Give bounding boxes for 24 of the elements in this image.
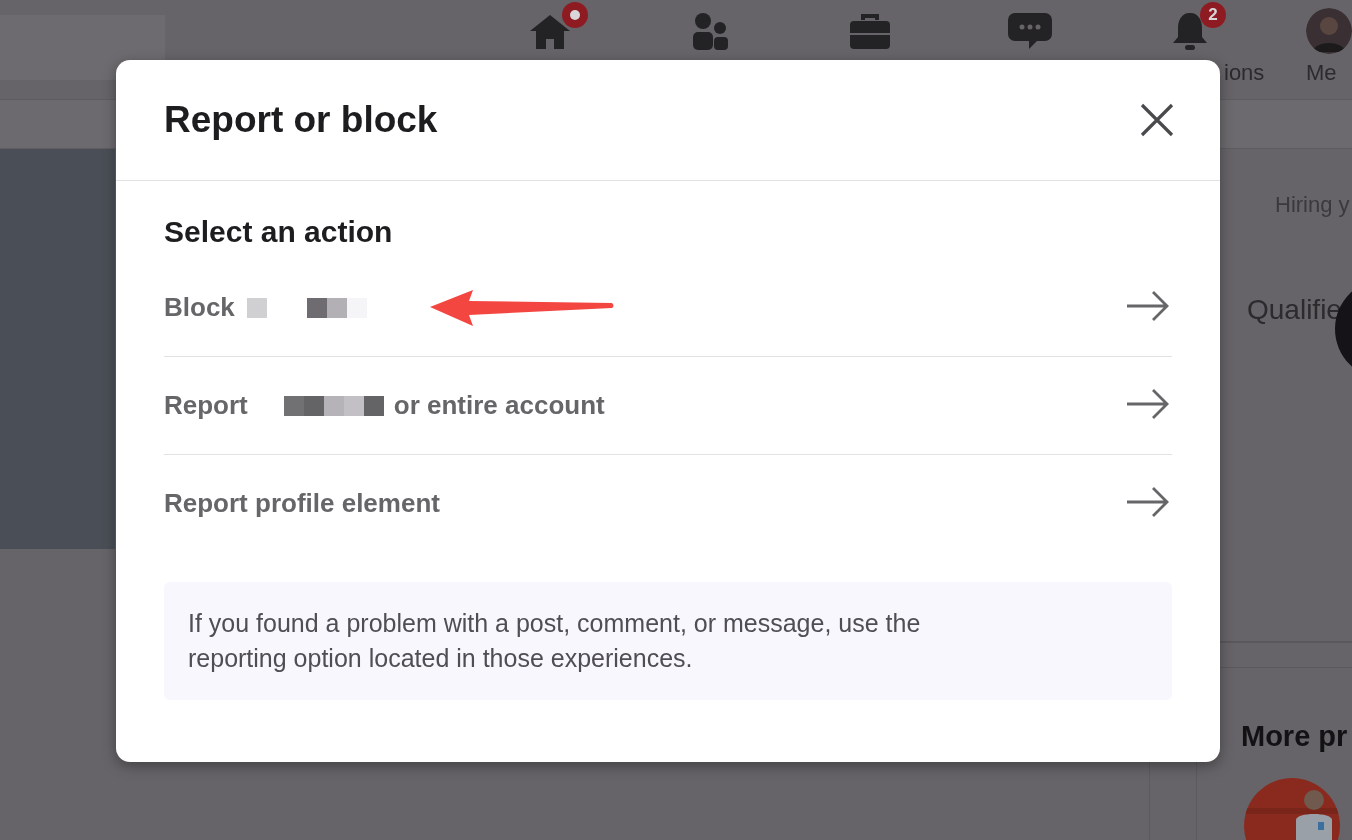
count-badge: 2 (1200, 2, 1226, 28)
action-label: Report (164, 390, 248, 421)
action-label: or entire account (393, 390, 605, 421)
action-row[interactable]: Report profile element (164, 455, 1172, 552)
chat-icon (1007, 11, 1053, 51)
action-label: Block (164, 292, 235, 323)
search-field[interactable] (0, 15, 165, 80)
action-row[interactable]: Block (164, 259, 1172, 357)
close-button[interactable] (1140, 103, 1174, 137)
briefcase-icon (848, 11, 892, 51)
notification-badge (562, 2, 588, 28)
section-heading: More pr (1241, 720, 1349, 753)
people-icon (690, 11, 730, 51)
dialog-title: Report or block (164, 99, 438, 141)
section-title: Select an action (164, 215, 394, 249)
notice-text: If you found a problem with a post, comment, or message, use the reporting option located in those experiences. (188, 608, 922, 674)
arrow-right-icon (1126, 387, 1170, 420)
bell-icon (1170, 10, 1210, 52)
action-label: Report profile element (164, 488, 440, 519)
arrow-right-icon (1126, 485, 1170, 518)
close-icon (1140, 103, 1174, 137)
action-row[interactable]: Report or entire account (164, 357, 1172, 455)
profile-headline: Qualifie (1247, 294, 1343, 326)
arrow-right-icon (1126, 289, 1170, 322)
